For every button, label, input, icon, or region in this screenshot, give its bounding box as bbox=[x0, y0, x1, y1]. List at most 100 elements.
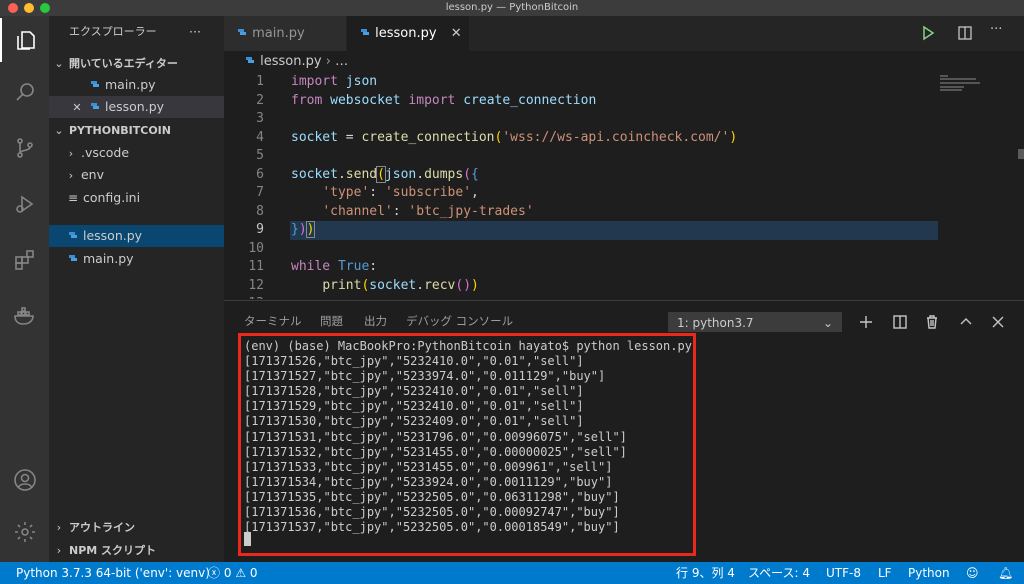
python-file-icon bbox=[69, 255, 77, 261]
project-section[interactable]: ⌄ PYTHONBITCOIN bbox=[49, 119, 228, 141]
zoom-window-button[interactable] bbox=[40, 3, 50, 13]
minimize-window-button[interactable] bbox=[24, 3, 34, 13]
code-editor[interactable]: 1 2 3 4 5 6 7 8 9 10 11 12 13 import jso… bbox=[224, 73, 1024, 299]
line-number: 8 bbox=[256, 203, 264, 219]
title-bar: lesson.py — PythonBitcoin bbox=[0, 0, 1024, 16]
explorer-button[interactable] bbox=[0, 18, 49, 62]
project-label: PYTHONBITCOIN bbox=[68, 124, 171, 137]
split-editor-button[interactable] bbox=[957, 25, 973, 41]
error-icon: ⓧ bbox=[208, 566, 221, 580]
line-number: 7 bbox=[256, 185, 264, 200]
explorer-sidebar: エクスプローラー ··· ⌄ 開いているエディター main.py ✕ less… bbox=[49, 16, 244, 562]
bell-icon[interactable]: 🔔︎ bbox=[998, 562, 1013, 584]
tree-item-vscode[interactable]: › .vscode bbox=[49, 142, 240, 164]
docker-button[interactable] bbox=[0, 294, 49, 338]
chevron-up-icon bbox=[960, 318, 972, 325]
breadcrumb-file[interactable]: lesson.py bbox=[260, 54, 321, 69]
warning-count: 0 bbox=[249, 566, 258, 580]
code-line: 'type': 'subscribe', bbox=[322, 185, 479, 200]
tree-item-main[interactable]: main.py bbox=[49, 248, 242, 270]
problems-indicator[interactable]: ⓧ 0 ⚠ 0 bbox=[208, 562, 258, 584]
trash-icon bbox=[927, 315, 937, 329]
run-file-button[interactable] bbox=[920, 25, 936, 41]
code-line: while True: bbox=[291, 259, 378, 274]
end-of-line[interactable]: LF bbox=[878, 562, 892, 584]
split-terminal-button[interactable] bbox=[890, 312, 910, 332]
tree-item-config[interactable]: ≡ config.ini bbox=[49, 187, 242, 209]
line-number: 12 bbox=[248, 277, 264, 293]
minimap[interactable] bbox=[940, 73, 1010, 99]
python-file-icon bbox=[90, 103, 99, 109]
breadcrumb-symbol[interactable]: … bbox=[335, 54, 348, 69]
tab-debug-console[interactable]: デバッグ コンソール bbox=[406, 313, 513, 329]
chevron-down-icon: ⌄ bbox=[54, 124, 64, 137]
python-file-icon bbox=[244, 54, 256, 69]
tab-output[interactable]: 出力 bbox=[364, 313, 387, 329]
split-icon bbox=[893, 315, 907, 329]
terminal-select[interactable]: 1: python3.7 ⌄ bbox=[668, 312, 842, 332]
chevron-down-icon: ⌄ bbox=[54, 57, 64, 70]
chevron-right-icon: › bbox=[68, 169, 74, 182]
gear-icon bbox=[14, 522, 35, 542]
tree-item-label: config.ini bbox=[82, 190, 141, 205]
cursor-position[interactable]: 行 9、列 4 bbox=[676, 562, 735, 584]
python-interpreter[interactable]: Python 3.7.3 64-bit ('env': venv) bbox=[16, 562, 210, 584]
line-number: 5 bbox=[256, 148, 264, 163]
source-control-button[interactable] bbox=[0, 126, 49, 170]
outline-section[interactable]: › アウトライン bbox=[49, 516, 228, 538]
extensions-button[interactable] bbox=[0, 238, 49, 282]
code-line: socket = create_connection('wss://ws-api… bbox=[291, 129, 738, 145]
search-button[interactable] bbox=[0, 70, 49, 114]
line-number: 11 bbox=[248, 259, 264, 274]
highlight-annotation-box bbox=[238, 333, 696, 556]
open-editors-label: 開いているエディター bbox=[68, 57, 178, 70]
npm-scripts-label: NPM スクリプト bbox=[68, 544, 157, 557]
tab-terminal[interactable]: ターミナル bbox=[244, 313, 302, 329]
open-editor-label: lesson.py bbox=[104, 99, 165, 114]
tab-main[interactable]: main.py bbox=[224, 16, 346, 51]
tree-item-env[interactable]: › env bbox=[49, 164, 240, 186]
npm-scripts-section[interactable]: › NPM スクリプト bbox=[49, 539, 228, 561]
chevron-right-icon: › bbox=[68, 147, 74, 160]
indentation[interactable]: スペース: 4 bbox=[748, 562, 810, 584]
more-actions-button[interactable]: ··· bbox=[189, 21, 201, 43]
close-icon[interactable]: ✕ bbox=[69, 97, 85, 119]
debug-icon bbox=[15, 195, 33, 213]
explorer-header: エクスプローラー bbox=[49, 21, 244, 43]
code-line: })) bbox=[291, 221, 316, 238]
accounts-button[interactable] bbox=[0, 458, 49, 502]
feedback-icon[interactable]: ☺ bbox=[966, 562, 979, 584]
scrollbar-thumb[interactable] bbox=[1018, 149, 1024, 159]
tab-lesson[interactable]: lesson.py ✕ bbox=[347, 16, 469, 51]
tree-item-label: env bbox=[80, 167, 104, 182]
open-editor-label: main.py bbox=[104, 77, 156, 92]
open-editors-section[interactable]: ⌄ 開いているエディター bbox=[49, 52, 228, 74]
maximize-panel-button[interactable] bbox=[956, 312, 976, 332]
chevron-right-icon: › bbox=[56, 521, 62, 534]
more-actions-button[interactable]: ··· bbox=[990, 22, 1002, 37]
encoding[interactable]: UTF-8 bbox=[826, 562, 861, 584]
editor-tab-bar: main.py lesson.py ✕ ··· bbox=[224, 16, 1024, 51]
plus-icon bbox=[860, 316, 872, 328]
language-mode[interactable]: Python bbox=[908, 562, 950, 584]
open-editor-item[interactable]: ✕ lesson.py bbox=[49, 96, 244, 118]
new-terminal-button[interactable] bbox=[856, 312, 876, 332]
manage-button[interactable] bbox=[0, 510, 49, 554]
tree-item-label: .vscode bbox=[80, 145, 130, 160]
account-icon bbox=[13, 469, 36, 491]
line-number: 9 bbox=[256, 222, 264, 237]
tab-problems[interactable]: 問題 bbox=[320, 313, 343, 329]
docker-icon bbox=[13, 307, 34, 325]
line-number: 10 bbox=[248, 240, 264, 256]
outline-label: アウトライン bbox=[68, 521, 135, 534]
tree-item-lesson[interactable]: lesson.py bbox=[49, 225, 242, 247]
line-number: 3 bbox=[256, 111, 264, 126]
kill-terminal-button[interactable] bbox=[922, 312, 942, 332]
source-control-icon bbox=[16, 138, 33, 158]
close-panel-button[interactable] bbox=[988, 312, 1008, 332]
close-window-button[interactable] bbox=[8, 3, 18, 13]
line-number: 1 bbox=[256, 74, 264, 89]
warning-icon: ⚠ bbox=[235, 566, 247, 580]
run-debug-button[interactable] bbox=[0, 182, 49, 226]
close-icon[interactable]: ✕ bbox=[451, 26, 462, 41]
